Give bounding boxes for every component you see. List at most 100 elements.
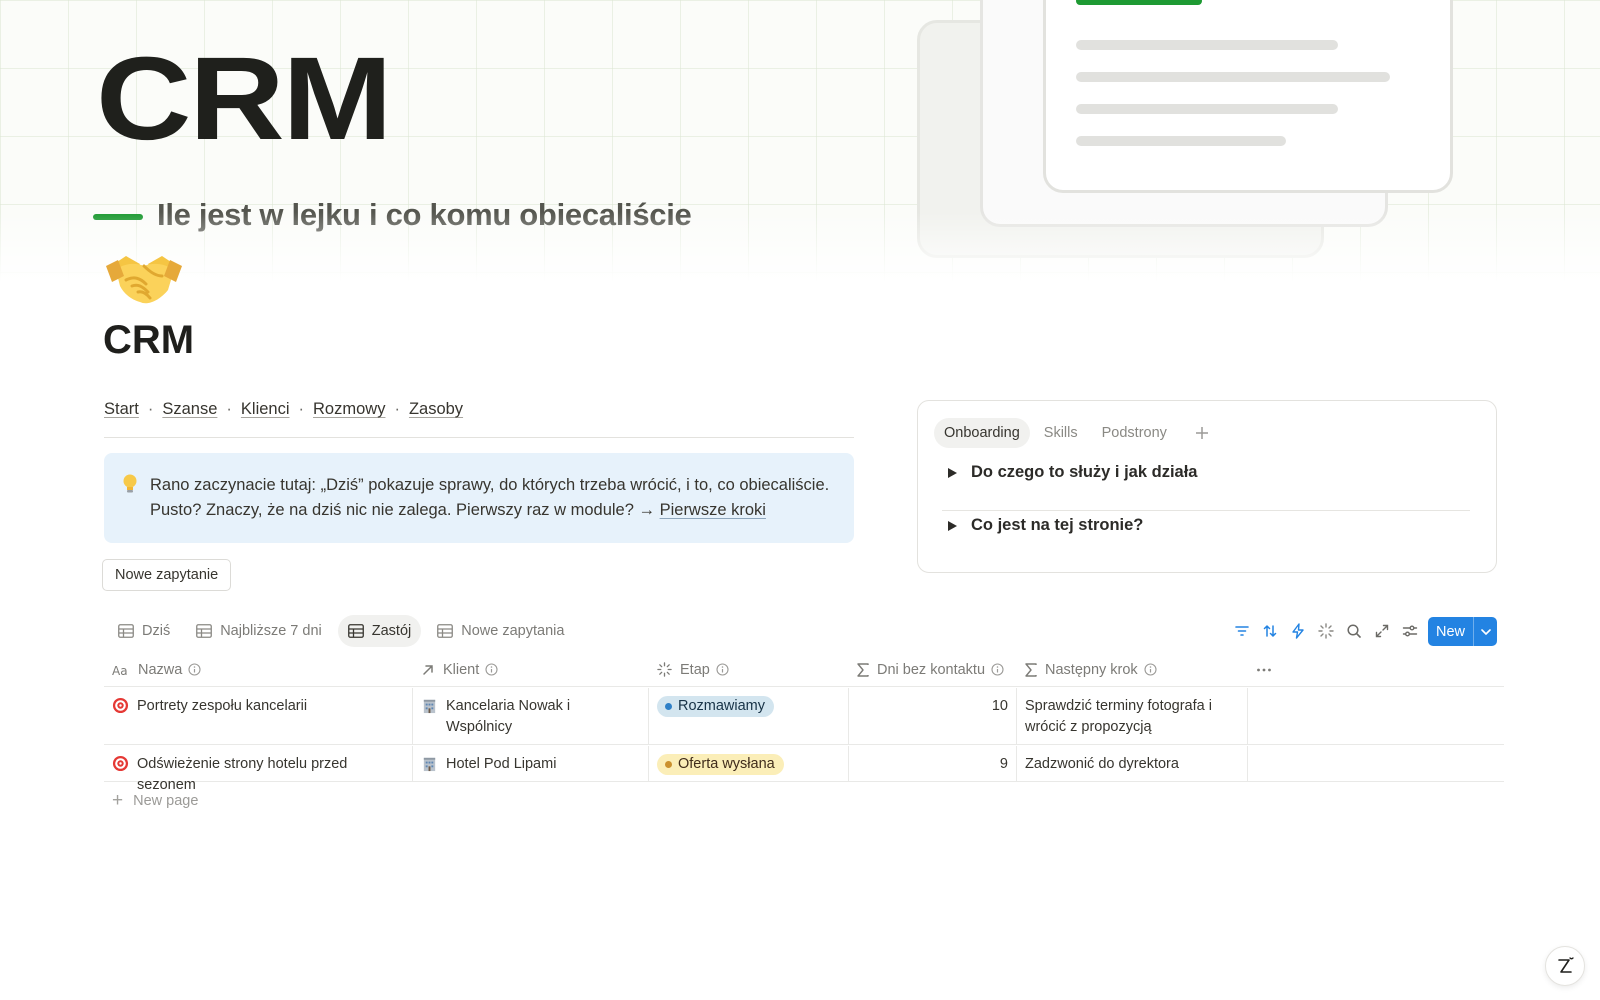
lightbulb-icon bbox=[122, 474, 138, 494]
panel-tabs: Onboarding Skills Podstrony bbox=[934, 418, 1215, 448]
nav-separator: · bbox=[394, 400, 400, 418]
view-tab-label: Zastój bbox=[371, 623, 412, 639]
cell-etap[interactable]: Oferta wysłana bbox=[649, 746, 849, 781]
info-icon bbox=[188, 663, 201, 676]
formula-sigma-icon bbox=[1025, 662, 1037, 677]
callout-line-2: Pusto? Znaczy, że na dziś nic nie zalega… bbox=[150, 498, 834, 523]
table-row[interactable]: Odświeżenie strony hotelu przed sezonem … bbox=[104, 746, 1504, 793]
first-steps-link[interactable]: Pierwsze kroki bbox=[660, 501, 766, 519]
office-building-icon bbox=[423, 699, 436, 714]
toggle-triangle-icon bbox=[948, 520, 957, 531]
view-tab-label: Najbliższe 7 dni bbox=[220, 623, 322, 639]
cell-klient[interactable]: Kancelaria Nowak i Wspólnicy bbox=[413, 688, 649, 744]
database-view-tabs: Dziś Najbliższe 7 dni Zastój Nowe zapyta… bbox=[108, 615, 580, 647]
nav-link-start[interactable]: Start bbox=[104, 400, 139, 419]
column-header-nastepny-krok[interactable]: Następny krok bbox=[1017, 653, 1248, 686]
view-tab-label: Dziś bbox=[142, 623, 171, 639]
cell-empty bbox=[1248, 746, 1504, 781]
tab-skills[interactable]: Skills bbox=[1034, 418, 1088, 448]
expand-icon[interactable] bbox=[1368, 617, 1396, 645]
target-icon bbox=[112, 755, 129, 772]
toggle-what-is-here[interactable]: Co jest na tej stronie? bbox=[948, 516, 1143, 535]
toggle-how-it-works[interactable]: Do czego to służy i jak działa bbox=[948, 463, 1197, 482]
column-label: Dni bez kontaktu bbox=[877, 661, 986, 678]
cell-nastepny-krok[interactable]: Zadzwonić do dyrektora bbox=[1017, 746, 1248, 781]
table-icon bbox=[437, 624, 454, 638]
new-page-button[interactable]: + New page bbox=[112, 790, 198, 812]
cover-illustration-line bbox=[1076, 104, 1338, 114]
new-inquiry-button[interactable]: Nowe zapytanie bbox=[102, 559, 232, 591]
callout: Rano zaczynacie tutaj: „Dziś” pokazuje s… bbox=[104, 453, 854, 543]
target-icon bbox=[112, 697, 129, 714]
cover-fade bbox=[0, 212, 1600, 282]
column-header-klient[interactable]: Klient bbox=[413, 653, 649, 686]
table-icon bbox=[347, 624, 364, 638]
nav-link-rozmowy[interactable]: Rozmowy bbox=[313, 400, 385, 419]
view-tab-7-days[interactable]: Najbliższe 7 dni bbox=[186, 615, 332, 647]
callout-line-2-text: Pusto? Znaczy, że na dziś nic nie zalega… bbox=[150, 501, 655, 519]
relation-arrow-icon bbox=[423, 664, 433, 675]
ai-assistant-icon[interactable] bbox=[1545, 946, 1585, 986]
page-title[interactable]: CRM bbox=[103, 318, 194, 363]
settings-sliders-icon[interactable] bbox=[1396, 617, 1424, 645]
page-cover: CRM Ile jest w lejku i co komu obiecaliś… bbox=[0, 0, 1600, 282]
info-icon bbox=[1144, 663, 1157, 676]
tab-onboarding[interactable]: Onboarding bbox=[934, 418, 1030, 448]
cell-dni-bez-kontaktu[interactable]: 10 bbox=[849, 688, 1017, 744]
add-tab-plus-icon[interactable] bbox=[1189, 420, 1215, 446]
status-badge: Rozmawiamy bbox=[657, 696, 775, 717]
status-dot bbox=[665, 761, 672, 768]
view-tab-zastoj[interactable]: Zastój bbox=[337, 615, 422, 647]
sort-icon[interactable] bbox=[1256, 617, 1284, 645]
callout-line-1: Rano zaczynacie tutaj: „Dziś” pokazuje s… bbox=[150, 476, 830, 494]
nav-link-zasoby[interactable]: Zasoby bbox=[409, 400, 463, 419]
table-icon bbox=[118, 624, 134, 638]
new-entry-button[interactable]: New bbox=[1428, 617, 1497, 646]
nav-link-szanse[interactable]: Szanse bbox=[162, 400, 217, 419]
info-icon bbox=[991, 663, 1004, 676]
column-label: Klient bbox=[443, 661, 480, 678]
new-page-label: New page bbox=[133, 793, 199, 809]
handshake-icon[interactable] bbox=[104, 246, 184, 310]
automation-bolt-icon[interactable] bbox=[1284, 617, 1312, 645]
column-header-nazwa[interactable]: Aa Nazwa bbox=[104, 653, 413, 686]
view-tab-new-inquiries[interactable]: Nowe zapytania bbox=[427, 615, 574, 647]
onboarding-panel: Onboarding Skills Podstrony Do czego to … bbox=[917, 400, 1497, 573]
table-header: Aa Nazwa Klient Etap Dni bez kontaktu Na… bbox=[104, 653, 1504, 687]
chevron-down-icon[interactable] bbox=[1474, 617, 1497, 646]
svg-text:Aa: Aa bbox=[112, 664, 128, 676]
more-options-icon[interactable] bbox=[1248, 653, 1308, 686]
breadcrumb-nav: Start · Szanse · Klienci · Rozmowy · Zas… bbox=[104, 400, 463, 419]
ai-sparkle-icon[interactable] bbox=[1312, 617, 1340, 645]
new-button-label[interactable]: New bbox=[1428, 617, 1474, 646]
nav-link-klienci[interactable]: Klienci bbox=[241, 400, 290, 419]
search-icon[interactable] bbox=[1340, 617, 1368, 645]
nav-separator: · bbox=[147, 400, 154, 418]
status-badge: Oferta wysłana bbox=[657, 754, 784, 775]
info-icon bbox=[485, 663, 498, 676]
view-tab-label: Nowe zapytania bbox=[461, 623, 565, 639]
cell-nazwa[interactable]: Portrety zespołu kancelarii bbox=[104, 688, 413, 744]
cell-empty bbox=[1248, 688, 1504, 744]
status-label: Oferta wysłana bbox=[678, 756, 775, 772]
status-label: Rozmawiamy bbox=[678, 698, 766, 714]
column-header-etap[interactable]: Etap bbox=[649, 653, 849, 686]
title-property-icon: Aa bbox=[112, 664, 128, 676]
database-toolbar bbox=[1228, 617, 1424, 645]
plus-icon: + bbox=[112, 790, 124, 811]
cell-nastepny-krok[interactable]: Sprawdzić terminy fotografa i wrócić z p… bbox=[1017, 688, 1248, 744]
cell-nazwa[interactable]: Odświeżenie strony hotelu przed sezonem bbox=[104, 746, 413, 793]
view-tab-dzis[interactable]: Dziś bbox=[108, 615, 180, 647]
tab-podstrony[interactable]: Podstrony bbox=[1092, 418, 1177, 448]
divider bbox=[104, 437, 854, 438]
cell-klient[interactable]: Hotel Pod Lipami bbox=[413, 746, 649, 781]
status-dot bbox=[665, 703, 672, 710]
cell-dni-bez-kontaktu[interactable]: 9 bbox=[849, 746, 1017, 781]
filter-icon[interactable] bbox=[1228, 617, 1256, 645]
cover-illustration-line bbox=[1076, 72, 1390, 82]
row-client: Kancelaria Nowak i Wspólnicy bbox=[446, 698, 571, 735]
table-row[interactable]: Portrety zespołu kancelarii Kancelaria N… bbox=[104, 688, 1504, 745]
cell-etap[interactable]: Rozmawiamy bbox=[649, 688, 849, 744]
column-header-dni-bez-kontaktu[interactable]: Dni bez kontaktu bbox=[849, 653, 1017, 686]
cover-illustration-card-front bbox=[1043, 0, 1453, 193]
